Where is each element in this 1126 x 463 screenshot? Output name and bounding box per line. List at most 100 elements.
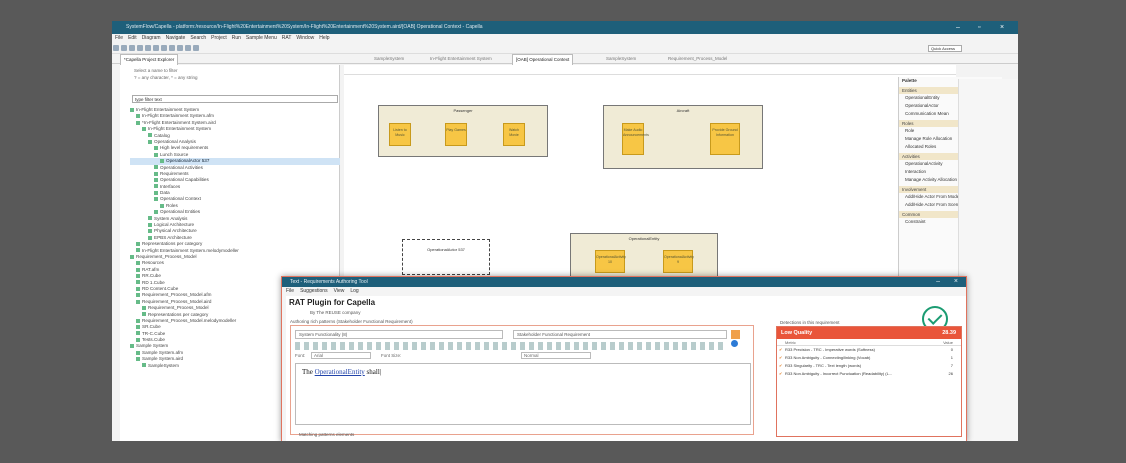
dialog-minimize-icon[interactable]: – [936,277,940,287]
back-icon[interactable] [185,45,191,51]
requirement-text[interactable]: The OperationalEntity shall| [302,368,381,376]
tab-editor-5[interactable]: Requirement_Process_Model [668,54,727,64]
menu-item-file[interactable]: File [115,35,123,41]
tab-operational-context[interactable]: [OAB] Operational Context [512,54,574,65]
tree-item-label: Lunch Source [160,151,189,157]
dialog-menu-view[interactable]: View [334,288,345,294]
tree-node-icon [136,293,140,298]
run-icon[interactable] [153,45,159,51]
tab-editor-1[interactable]: SampleSystem [374,54,404,64]
menu-item-help[interactable]: Help [319,35,329,41]
entity-aircraft[interactable]: Aircraft Make Audio Announcements Provid… [603,105,763,169]
info-icon[interactable] [731,340,738,347]
matching-label: Matching patterns elements [299,432,355,437]
plugin-author: By The REUSE company [310,310,361,315]
scope-select[interactable]: System Functionality (8) [295,330,503,339]
tab-editor-4[interactable]: SampleSystem [606,54,636,64]
req-entity-link[interactable]: OperationalEntity [315,368,365,376]
redo-icon[interactable] [145,45,151,51]
refresh-icon[interactable] [177,45,183,51]
activity-node[interactable]: Play Games [445,123,467,146]
menu-item-diagram[interactable]: Diagram [142,35,161,41]
tree-node-icon [136,325,140,330]
menu-item-run[interactable]: Run [232,35,241,41]
close-icon[interactable]: × [1000,21,1004,34]
tree-node-icon [148,229,152,234]
actor-operationalactor-537[interactable]: OperationalActor 537 [402,239,490,275]
warning-icon[interactable] [731,330,740,339]
tab-project-explorer[interactable]: *Capella Project Explorer [120,54,179,65]
menu-item-navigate[interactable]: Navigate [166,35,186,41]
req-suffix: shall [366,368,380,376]
menu-item-project[interactable]: Project [211,35,227,41]
menu-item-window[interactable]: Window [296,35,314,41]
menu-item-search[interactable]: Search [190,35,206,41]
dialog-menu-file[interactable]: File [286,288,294,294]
new-icon[interactable] [113,45,119,51]
rich-text-toolbar: Font: Arial Font Size: Normal [295,340,745,362]
quality-score: 28.39 [942,330,956,336]
tree-node-icon [142,305,146,310]
activity-node[interactable]: Make Audio Announcements [622,123,649,155]
search-icon[interactable] [169,45,175,51]
undo-icon[interactable] [137,45,143,51]
minimize-icon[interactable]: – [956,21,960,34]
tree-node-icon [154,210,158,215]
tree-node-icon [148,139,152,144]
print-icon[interactable] [129,45,135,51]
filter-input[interactable]: type filter text [132,95,338,103]
requirement-text-area[interactable]: The OperationalEntity shall| [295,363,751,425]
dialog-close-icon[interactable]: × [954,277,958,287]
tree-item-label: Requirements [160,170,189,176]
menu-item-rat[interactable]: RAT [282,35,292,41]
quick-access-input[interactable]: Quick Access [928,45,962,52]
activity-node[interactable]: Listen to Music [389,123,411,146]
maximize-icon[interactable]: ▫ [978,21,980,34]
tree-item-label: Tests.Cube [142,337,165,343]
tree-node-icon [136,286,140,291]
pattern-select[interactable]: Stakeholder Functional Requirement [513,330,727,339]
entity-passenger[interactable]: Passenger Listen to Music Play Games Wat… [378,105,548,157]
entity-label: OperationalEntity [628,236,660,241]
tree-item-label: In-Flight Entertainment System.melodymod… [142,247,239,253]
warning-check-icon: ✔ [779,371,783,376]
warning-check-icon: ✔ [779,363,783,368]
authoring-label: Authoring rich patterns (Stakeholder Fun… [290,319,413,324]
tree-node-icon [136,241,140,246]
tree-item-label: Sample System.afm [142,349,184,355]
tree-item-label: Representations per category [142,241,203,247]
quality-row[interactable]: ✔ R33 Non Ambiguity - Connecting/linking … [777,354,961,362]
metric-value: 26 [948,371,953,376]
activity-node[interactable]: Provide Ground Information [710,123,740,155]
activity-node[interactable]: OperationalActivity 10 [595,250,626,273]
tree-node-icon [154,171,158,176]
menu-item-edit[interactable]: Edit [128,35,137,41]
tree-item-label: RAT.afm [142,266,160,272]
dialog-menu-suggestions[interactable]: Suggestions [300,288,328,294]
activity-node[interactable]: Watch Movie [503,123,525,146]
font-select[interactable]: Arial [311,352,371,359]
dialog-menu-log[interactable]: Log [350,288,358,294]
tree-item-label: In-Flight Entertainment System [148,126,212,132]
forward-icon[interactable] [193,45,199,51]
metric-name: R33 Non Ambiguity - Incorrect Punctuatio… [785,371,893,376]
formatting-buttons[interactable] [295,342,725,350]
save-icon[interactable] [121,45,127,51]
tree-node-icon [148,235,152,240]
tab-editor-2[interactable]: In-Flight Entertainment System [430,54,492,64]
quality-row[interactable]: ✔ R33 Non Ambiguity - Incorrect Punctuati… [777,370,961,378]
quality-row[interactable]: ✔ R33 Singularity - TRC - Text length (wo… [777,362,961,370]
tree-item-label: System Analysis [154,215,188,221]
dialog-body: RAT Plugin for Capella By The REUSE comp… [286,296,966,441]
activity-node[interactable]: OperationalActivity 9 [663,250,694,273]
tab-row: *Capella Project Explorer SampleSystem I… [112,54,1018,65]
debug-icon[interactable] [161,45,167,51]
entity-label: Passenger [453,108,473,113]
metric-column-header: Metric [785,340,796,345]
metric-name: R33 Singularity - TRC - Text length (wor… [785,363,862,368]
style-select[interactable]: Normal [521,352,591,359]
menu-item-sample-menu[interactable]: Sample Menu [246,35,277,41]
tree-item-label: RD Content.Cube [142,285,179,291]
quality-row[interactable]: ✔ R33 Precision - TRC - Imperative words … [777,346,961,354]
tree-node-icon [160,203,164,208]
